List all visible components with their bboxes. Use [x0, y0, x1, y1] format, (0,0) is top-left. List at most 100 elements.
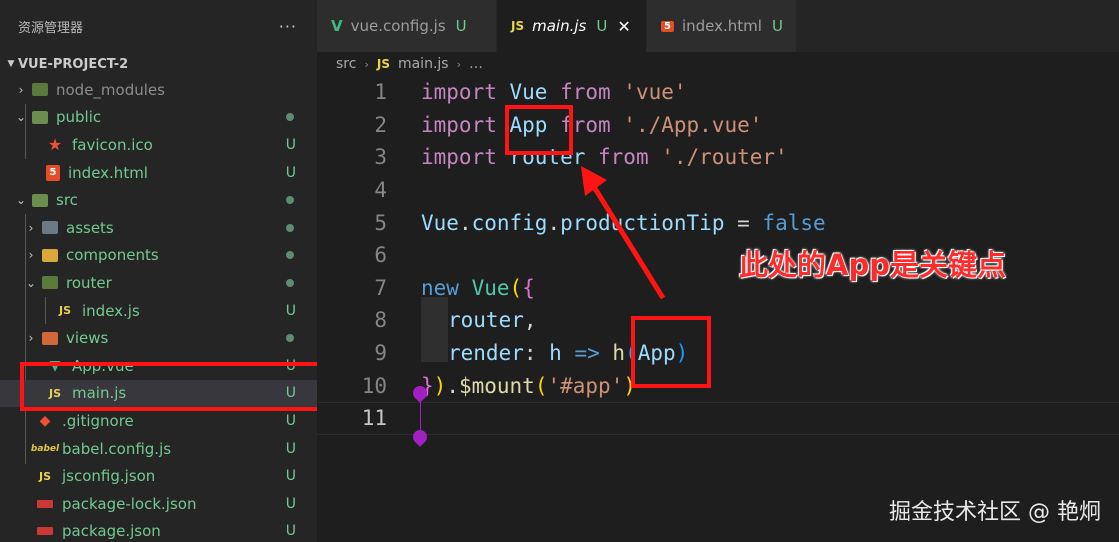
line-number: 4	[374, 178, 387, 203]
folder-router-icon	[42, 276, 58, 290]
line-number: 6	[374, 243, 387, 268]
git-status: U	[285, 523, 296, 540]
babel-file-icon: babel	[30, 443, 60, 454]
git-status: U	[285, 495, 296, 512]
more-actions-icon[interactable]: ···	[279, 17, 297, 36]
vue-file-icon: V	[331, 17, 343, 35]
tree-item-label: views	[66, 329, 109, 348]
tree-item-favicon[interactable]: ★ favicon.ico U	[0, 131, 317, 159]
code-line: 1 import Vue from 'vue'	[317, 76, 1119, 109]
code-text: import Vue from 'vue'	[421, 80, 687, 105]
js-file-icon: JS	[58, 304, 71, 318]
tab-label: main.js	[532, 17, 587, 35]
tree-item-package-json[interactable]: package.json U	[0, 518, 317, 542]
git-status: U	[285, 164, 296, 181]
chevron-right-icon: ›	[456, 57, 461, 71]
tree-item-label: public	[56, 108, 102, 127]
tree-item-label: router	[66, 273, 112, 292]
npm-file-icon	[36, 495, 54, 513]
chevron-right-icon: ›	[28, 331, 34, 346]
explorer-title: 资源管理器	[18, 20, 84, 36]
chevron-down-icon: ▼	[7, 59, 15, 69]
arrow-annotation	[581, 166, 666, 300]
git-status: U	[285, 440, 296, 457]
tree-item-label: src	[56, 191, 78, 210]
code-line: 9 render: h => h(App)	[317, 337, 1119, 370]
line-number: 5	[374, 210, 387, 235]
chevron-right-icon: ›	[28, 220, 34, 235]
chevron-right-icon: ›	[28, 248, 34, 263]
tab-vue-config[interactable]: V vue.config.js U	[317, 0, 497, 52]
line-number: 2	[374, 112, 387, 137]
tab-main-js[interactable]: JS main.js U ✕	[497, 0, 647, 52]
npm-file-icon	[36, 522, 54, 540]
tree-item-index-html[interactable]: 5 index.html U	[0, 159, 317, 187]
folder-node-icon	[32, 83, 48, 97]
chevron-right-icon: ›	[364, 57, 369, 71]
tab-label: vue.config.js	[350, 17, 446, 35]
tree-item-label: favicon.ico	[72, 135, 153, 154]
git-status: U	[596, 17, 608, 35]
tree-item-label: index.html	[68, 163, 148, 182]
tab-label: index.html	[681, 17, 762, 35]
chevron-right-icon: ›	[18, 82, 24, 97]
marker-line	[420, 396, 421, 436]
project-root[interactable]: ▼ VUE-PROJECT-2	[0, 52, 317, 76]
tree-item-assets[interactable]: › assets	[0, 214, 317, 242]
code-text: router,	[448, 308, 537, 333]
chevron-down-icon: ⌄	[25, 275, 37, 290]
highlight-box-main-js	[20, 362, 325, 411]
tree-item-label: package-lock.json	[62, 494, 197, 513]
highlight-box-app-import	[505, 105, 573, 155]
tree-item-label: package.json	[62, 522, 161, 541]
close-icon[interactable]: ✕	[617, 17, 630, 36]
tree-item-jsconfig[interactable]: JS jsconfig.json U	[0, 462, 317, 490]
git-file-icon: ◆	[39, 412, 51, 429]
code-text: new Vue({	[421, 275, 535, 300]
modified-dot	[286, 223, 294, 232]
explorer-header: 资源管理器 ···	[0, 0, 317, 52]
git-status: U	[285, 412, 296, 429]
tree-item-label: components	[66, 246, 159, 265]
git-status: U	[285, 302, 296, 319]
tree-item-public[interactable]: ⌄ public	[0, 104, 317, 132]
tree-item-components[interactable]: › components	[0, 242, 317, 270]
tab-index-html[interactable]: 5 index.html U	[647, 0, 797, 52]
tree-item-gitignore[interactable]: ◆ .gitignore U	[0, 407, 317, 435]
line-number: 1	[374, 80, 387, 105]
tab-bar: V vue.config.js U JS main.js U ✕ 5 index…	[317, 0, 1119, 52]
code-line: 8 router,	[317, 304, 1119, 337]
arrow-line	[588, 180, 666, 300]
folder-public-icon	[32, 110, 48, 124]
folder-components-icon	[42, 248, 58, 262]
tree-item-label: .gitignore	[62, 411, 134, 430]
line-number: 7	[374, 275, 387, 300]
folder-assets-icon	[42, 221, 58, 235]
annotation-label: 此处的App是关键点	[739, 248, 1006, 282]
file-tree: › node_modules ⌄ public ★ favicon.ico U …	[0, 76, 317, 542]
code-text: }).$mount('#app')	[421, 373, 636, 398]
project-name: VUE-PROJECT-2	[18, 56, 129, 72]
line-number: 11	[361, 406, 387, 431]
tree-item-babel-config[interactable]: babel babel.config.js U	[0, 435, 317, 463]
breadcrumb-file[interactable]: main.js	[398, 56, 449, 72]
tree-item-package-lock[interactable]: package-lock.json U	[0, 490, 317, 518]
tree-item-views[interactable]: › views	[0, 324, 317, 352]
tree-item-src[interactable]: ⌄ src	[0, 186, 317, 214]
line-number: 3	[374, 145, 387, 170]
html-file-icon: 5	[46, 164, 60, 181]
js-file-icon: JS	[511, 19, 525, 33]
breadcrumb-folder[interactable]: src	[336, 56, 356, 72]
line-number: 8	[374, 308, 387, 333]
code-line: 4	[317, 174, 1119, 207]
breadcrumb-symbol[interactable]: …	[469, 56, 483, 72]
code-line-current: 11	[317, 401, 1119, 435]
tree-item-node-modules[interactable]: › node_modules	[0, 76, 317, 104]
line-number: 9	[374, 341, 387, 366]
code-line: 3 import router from './router'	[317, 141, 1119, 174]
tree-item-label: index.js	[82, 301, 140, 320]
tree-item-router-index-js[interactable]: JS index.js U	[0, 297, 317, 325]
git-status: U	[455, 17, 467, 35]
watermark: 掘金技术社区 @ 艳炯	[889, 500, 1101, 525]
tree-item-router[interactable]: ⌄ router	[0, 269, 317, 297]
